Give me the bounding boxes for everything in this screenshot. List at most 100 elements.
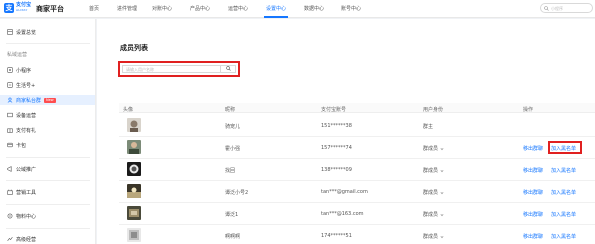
sidebar-item-label: 小程序 [16, 67, 32, 74]
role-dropdown[interactable]: 群成员 [423, 189, 444, 196]
member-account: 157******74 [321, 145, 352, 151]
member-nickname: 骑宠儿 [225, 124, 241, 130]
member-role: 群成员 [423, 234, 439, 240]
card-icon [7, 142, 13, 148]
life-account-icon [7, 82, 13, 88]
chevron-down-icon [440, 191, 444, 194]
top-search-input[interactable]: 小程序 [540, 3, 593, 13]
sidebar-item-materials[interactable]: 物料中心 [0, 211, 95, 221]
top-search-placeholder: 小程序 [551, 6, 563, 11]
add-to-blacklist-link[interactable]: 加入黑名单 [551, 167, 576, 174]
member-account: 151******38 [321, 123, 352, 129]
search-placeholder: 请输入用户名称 [126, 67, 154, 72]
mini-program-icon [7, 67, 13, 73]
sidebar-item-mini-program[interactable]: 小程序 [0, 65, 95, 75]
column-header-account: 支付宝账号 [321, 107, 347, 113]
tools-icon [7, 189, 13, 195]
role-dropdown[interactable]: 群成员 [423, 233, 444, 240]
remove-from-group-link[interactable]: 移出群聊 [523, 167, 543, 174]
add-to-blacklist-link[interactable]: 加入黑名单 [551, 189, 576, 196]
remove-from-group-link[interactable]: 移出群聊 [523, 211, 543, 218]
nav-products[interactable]: 产品中心 [190, 5, 210, 12]
materials-icon [7, 213, 13, 219]
nav-operations[interactable]: 运营中心 [228, 5, 248, 12]
nav-data[interactable]: 数据中心 [304, 5, 324, 12]
table-row: 找回 138******09 群成员 移出群聊 加入黑名单 [119, 159, 595, 181]
add-to-blacklist-link[interactable]: 加入黑名单 [551, 233, 576, 240]
platform-title: 商家平台 [36, 5, 64, 13]
nav-onboarding[interactable]: 进件管理 [117, 5, 137, 12]
search-icon [226, 66, 231, 71]
sidebar-divider [6, 43, 90, 44]
member-role: 群成员 [423, 212, 439, 218]
overview-icon [7, 29, 13, 35]
add-to-blacklist-link[interactable]: 加入黑名单 [551, 145, 576, 152]
search-button[interactable] [220, 66, 235, 72]
sidebar-item-label: 设置总览 [16, 29, 37, 36]
sidebar-item-advanced[interactable]: 高级经营 [0, 234, 95, 244]
sidebar-item-payment-gift[interactable]: 支付有礼 [0, 125, 95, 135]
role-dropdown[interactable]: 群成员 [423, 211, 444, 218]
member-nickname: 啊啊啊 [225, 234, 241, 240]
chevron-down-icon [440, 169, 444, 172]
sidebar-divider [6, 157, 90, 158]
member-account: 174******51 [321, 233, 352, 239]
sidebar-item-label: 营销工具 [16, 189, 37, 196]
avatar [127, 184, 141, 198]
promotion-icon [7, 166, 12, 172]
remove-from-group-link[interactable]: 移出群聊 [523, 189, 543, 196]
sidebar-item-label: 生活号+ [16, 82, 36, 89]
member-account: 138******09 [321, 167, 352, 173]
gift-icon [7, 128, 13, 133]
active-nav-underline [264, 16, 288, 18]
avatar [127, 140, 141, 154]
table-row: 骑宠儿 151******38 群主 [119, 115, 595, 137]
sidebar-item-overview[interactable]: 设置总览 [0, 27, 95, 37]
nav-reconciliation[interactable]: 对账中心 [152, 5, 172, 12]
column-header-actions: 操作 [523, 107, 534, 113]
advanced-icon [7, 237, 13, 241]
sidebar-item-label: 商家私台群 [16, 97, 42, 104]
page-title: 成员列表 [120, 44, 148, 52]
table-header: 头像 昵称 支付宝账号 用户身份 操作 [119, 103, 595, 113]
sidebar-divider [6, 204, 90, 205]
add-to-blacklist-link[interactable]: 加入黑名单 [551, 211, 576, 218]
sidebar-item-public-promo[interactable]: 公域推广 [0, 164, 95, 174]
sidebar-divider [6, 228, 90, 229]
sidebar-item-label: 支付有礼 [16, 127, 37, 134]
role-dropdown[interactable]: 群成员 [423, 167, 444, 174]
sidebar-item-device-ops[interactable]: 设备运营 [0, 110, 95, 120]
search-icon [544, 6, 549, 11]
member-nickname: 霍小强 [225, 146, 241, 152]
sidebar-item-label: 物料中心 [16, 213, 37, 220]
avatar [127, 162, 141, 176]
chevron-down-icon [440, 213, 444, 216]
sidebar: 设置总览 私域运营 小程序 生活号+ 商家私台群 New 设备运营 支付有礼 卡… [0, 19, 96, 244]
sidebar-item-label: 设备运营 [16, 112, 37, 119]
column-header-nickname: 昵称 [225, 107, 236, 113]
avatar [127, 118, 141, 132]
sidebar-item-label: 高级经营 [16, 236, 37, 243]
remove-from-group-link[interactable]: 移出群聊 [523, 145, 543, 152]
remove-from-group-link[interactable]: 移出群聊 [523, 233, 543, 240]
nav-settings[interactable]: 设置中心 [266, 5, 286, 12]
group-icon [7, 97, 13, 103]
sidebar-item-label: 公域推广 [16, 166, 37, 173]
role-dropdown[interactable]: 群成员 [423, 145, 444, 152]
nav-account[interactable]: 账号中心 [341, 5, 361, 12]
sidebar-item-marketing-tools[interactable]: 营销工具 [0, 187, 95, 197]
table-row: 霍小强 157******74 群成员 移出群聊 加入黑名单 [119, 137, 595, 159]
member-search-input[interactable]: 请输入用户名称 [122, 65, 236, 73]
member-role: 群成员 [423, 146, 439, 152]
table-row: 谭泛1 tan***@163.com 群成员 移出群聊 加入黑名单 [119, 203, 595, 225]
sidebar-item-merchant-group[interactable]: 商家私台群 New [0, 95, 95, 105]
sidebar-item-card-pack[interactable]: 卡包 [0, 140, 95, 150]
top-navigation-bar: 支 支付宝 ALIPAY 商家平台 首页 进件管理 对账中心 产品中心 运营中心… [0, 0, 595, 18]
avatar [127, 206, 141, 220]
nav-home[interactable]: 首页 [89, 5, 99, 12]
sidebar-divider [6, 180, 90, 181]
alipay-logo[interactable]: 支 支付宝 ALIPAY [4, 3, 31, 13]
device-icon [7, 112, 13, 118]
member-nickname: 谭泛1 [225, 212, 239, 218]
sidebar-item-life-account[interactable]: 生活号+ [0, 80, 95, 90]
